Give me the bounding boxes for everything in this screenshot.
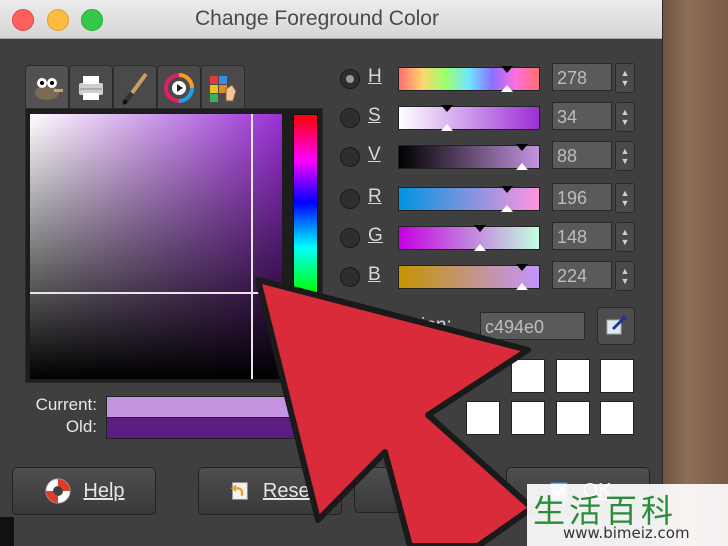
tab-wheel-selector[interactable] (157, 65, 201, 110)
maximize-window-button[interactable] (81, 9, 103, 31)
help-button[interactable]: Help (12, 467, 156, 515)
slider-marker-top[interactable] (516, 264, 528, 271)
channel-spinner[interactable]: ▲ ▼ (615, 183, 635, 213)
current-color-swatch (106, 396, 323, 418)
channel-label: S (368, 105, 381, 126)
channel-row-v: V 88 ▲ ▼ (340, 140, 640, 174)
lifebuoy-icon (45, 478, 71, 504)
slider-marker-bottom[interactable] (474, 244, 486, 251)
old-color-swatch (106, 417, 323, 439)
tab-gimp-selector[interactable] (25, 65, 69, 110)
reset-button[interactable]: Reset (198, 467, 342, 515)
channel-label: B (368, 264, 381, 285)
slider-marker-top[interactable] (501, 186, 513, 193)
channel-spinner[interactable]: ▲ ▼ (615, 222, 635, 252)
channel-spinner[interactable]: ▲ ▼ (615, 102, 635, 132)
help-button-label: Help (83, 479, 125, 502)
channel-slider[interactable] (398, 225, 540, 251)
history-swatch[interactable] (511, 401, 545, 435)
channel-radio[interactable] (340, 147, 360, 167)
channel-radio[interactable] (340, 228, 360, 248)
slider-marker-top[interactable] (501, 66, 513, 73)
html-notation-field[interactable]: c494e0 (480, 312, 585, 340)
channel-value-field[interactable]: 88 (552, 141, 612, 169)
undo-icon (230, 482, 248, 500)
current-label: Current: (35, 395, 97, 414)
crosshair-horizontal (30, 292, 282, 294)
html-notation-label: tation: (400, 315, 452, 336)
channel-slider[interactable] (398, 186, 540, 212)
slider-marker-top[interactable] (474, 225, 486, 232)
channel-radio[interactable] (340, 108, 360, 128)
channel-value-field[interactable]: 34 (552, 102, 612, 130)
channel-value-field[interactable]: 224 (552, 261, 612, 289)
tab-watercolor-selector[interactable] (113, 65, 157, 110)
channel-radio[interactable] (340, 267, 360, 287)
channel-slider[interactable] (398, 264, 540, 290)
hue-strip[interactable] (293, 114, 318, 381)
slider-marker-bottom[interactable] (501, 85, 513, 92)
watermark-url: www.bimeiz.com (563, 524, 690, 542)
background-window-edge (0, 517, 14, 546)
channel-row-s: S 34 ▲ ▼ (340, 101, 640, 135)
history-swatch[interactable] (600, 359, 634, 393)
channel-label: R (368, 186, 382, 207)
old-label: Old: (65, 417, 97, 436)
history-swatch[interactable] (600, 401, 634, 435)
cancel-button[interactable]: Cance (354, 467, 494, 513)
slider-marker-top[interactable] (516, 144, 528, 151)
gimp-wilber-icon (35, 78, 63, 100)
reset-button-label: Reset (262, 479, 316, 502)
minimize-window-button[interactable] (47, 9, 69, 31)
printer-icon (79, 76, 103, 100)
color-wheel-icon (164, 73, 194, 103)
desktop-background (660, 0, 728, 546)
channel-radio[interactable] (340, 189, 360, 209)
channel-label: H (368, 66, 382, 87)
channel-spinner[interactable]: ▲ ▼ (615, 141, 635, 171)
paintbrush-icon (122, 72, 148, 105)
history-swatch[interactable] (511, 359, 545, 393)
color-picker-area (25, 108, 323, 383)
window-title: Change Foreground Color (195, 7, 439, 30)
channel-row-b: B 224 ▲ ▼ (340, 260, 640, 294)
cancel-button-label: Cance (423, 478, 481, 501)
crosshair-vertical (251, 114, 253, 379)
history-swatch[interactable] (556, 359, 590, 393)
channel-row-g: G 148 ▲ ▼ (340, 221, 640, 255)
channel-label: V (368, 144, 381, 165)
watermark: 生活百科 www.bimeiz.com (527, 484, 728, 546)
channel-row-r: R 196 ▲ ▼ (340, 182, 640, 216)
channel-radio[interactable] (340, 69, 360, 89)
title-bar[interactable]: Change Foreground Color (0, 0, 662, 39)
channel-value-field[interactable]: 278 (552, 63, 612, 91)
tab-cmyk-selector[interactable] (69, 65, 113, 110)
close-window-button[interactable] (12, 9, 34, 31)
channel-slider[interactable] (398, 66, 540, 92)
channel-label: G (368, 225, 383, 246)
palette-icon (210, 76, 237, 102)
slider-marker-top[interactable] (441, 105, 453, 112)
color-selector-tabs (25, 65, 320, 110)
slider-marker-bottom[interactable] (516, 283, 528, 290)
saturation-value-square[interactable] (30, 114, 282, 379)
channel-value-field[interactable]: 148 (552, 222, 612, 250)
channel-slider[interactable] (398, 105, 540, 131)
channel-value-field[interactable]: 196 (552, 183, 612, 211)
color-picker-button[interactable] (597, 307, 635, 345)
history-swatch[interactable] (556, 401, 590, 435)
history-swatch[interactable] (466, 401, 500, 435)
eyedropper-icon (606, 315, 627, 335)
slider-marker-bottom[interactable] (501, 205, 513, 212)
slider-marker-bottom[interactable] (441, 124, 453, 131)
color-dialog: Change Foreground Color Current: Old: H … (0, 0, 663, 546)
channel-spinner[interactable]: ▲ ▼ (615, 63, 635, 93)
slider-marker-bottom[interactable] (516, 163, 528, 170)
channel-row-h: H 278 ▲ ▼ (340, 62, 640, 96)
channel-slider[interactable] (398, 144, 540, 170)
tab-palette-selector[interactable] (201, 65, 245, 110)
channel-spinner[interactable]: ▲ ▼ (615, 261, 635, 291)
